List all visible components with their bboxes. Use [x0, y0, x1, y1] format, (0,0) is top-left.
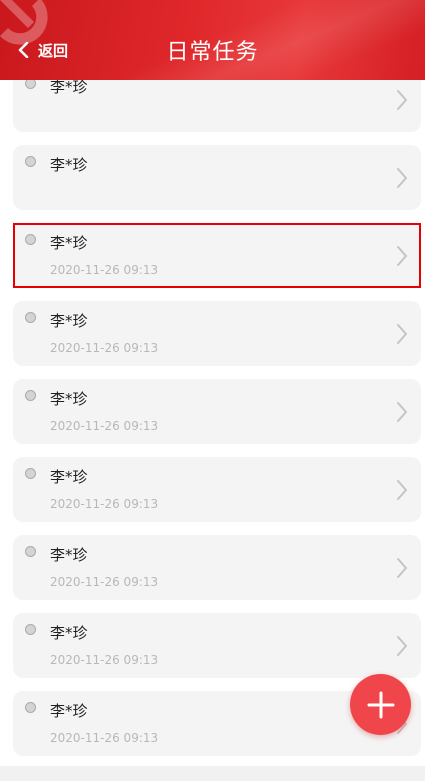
chevron-right-icon: [397, 324, 407, 344]
chevron-right-icon: [397, 90, 407, 110]
task-name: 李*珍: [50, 546, 88, 564]
task-time: 2020-11-26 09:13: [50, 263, 159, 277]
task-time: 2020-11-26 09:13: [50, 575, 159, 589]
task-card[interactable]: 李*珍 2020-11-26 09:13: [13, 457, 421, 522]
status-dot-icon: [25, 546, 36, 557]
status-dot-icon: [25, 390, 36, 401]
task-card[interactable]: 李*珍 2020-11-26 09:13: [13, 301, 421, 366]
task-time: 2020-11-26 09:13: [50, 731, 159, 745]
add-task-button[interactable]: [350, 674, 411, 735]
status-dot-icon: [25, 156, 36, 167]
plus-icon: [367, 691, 394, 718]
chevron-right-icon: [397, 246, 407, 266]
status-dot-icon: [25, 468, 36, 479]
task-time: 2020-11-26 09:13: [50, 653, 159, 667]
task-time: 2020-11-26 09:13: [50, 497, 159, 511]
task-name: 李*珍: [50, 234, 88, 252]
status-dot-icon: [25, 80, 36, 89]
status-dot-icon: [25, 312, 36, 323]
chevron-right-icon: [397, 168, 407, 188]
status-dot-icon: [25, 702, 36, 713]
task-card[interactable]: 李*珍: [13, 80, 421, 132]
task-list[interactable]: 李*珍 李*珍 李*珍 2020-11-26 09:13 李*珍 2020-11-26 0…: [0, 80, 425, 766]
task-card[interactable]: 李*珍: [13, 145, 421, 210]
page-title: 日常任务: [166, 40, 259, 65]
chevron-right-icon: [397, 558, 407, 578]
task-time: 2020-11-26 09:13: [50, 341, 159, 355]
task-name: 李*珍: [50, 702, 88, 720]
chevron-right-icon: [397, 636, 407, 656]
task-name: 李*珍: [50, 390, 88, 408]
chevron-right-icon: [397, 480, 407, 500]
task-name: 李*珍: [50, 156, 88, 174]
task-time: 2020-11-26 09:13: [50, 419, 159, 433]
bottom-bar: [0, 766, 425, 781]
chevron-right-icon: [397, 402, 407, 422]
task-name: 李*珍: [50, 312, 88, 330]
task-name: 李*珍: [50, 624, 88, 642]
task-name: 李*珍: [50, 468, 88, 486]
task-name: 李*珍: [50, 80, 88, 96]
task-card[interactable]: 李*珍 2020-11-26 09:13: [13, 613, 421, 678]
task-card[interactable]: 李*珍 2020-11-26 09:13: [13, 379, 421, 444]
app-header: 返回 日常任务: [0, 0, 425, 80]
status-dot-icon: [25, 234, 36, 245]
task-card[interactable]: 李*珍 2020-11-26 09:13: [13, 223, 421, 288]
status-dot-icon: [25, 624, 36, 635]
task-card[interactable]: 李*珍 2020-11-26 09:13: [13, 535, 421, 600]
